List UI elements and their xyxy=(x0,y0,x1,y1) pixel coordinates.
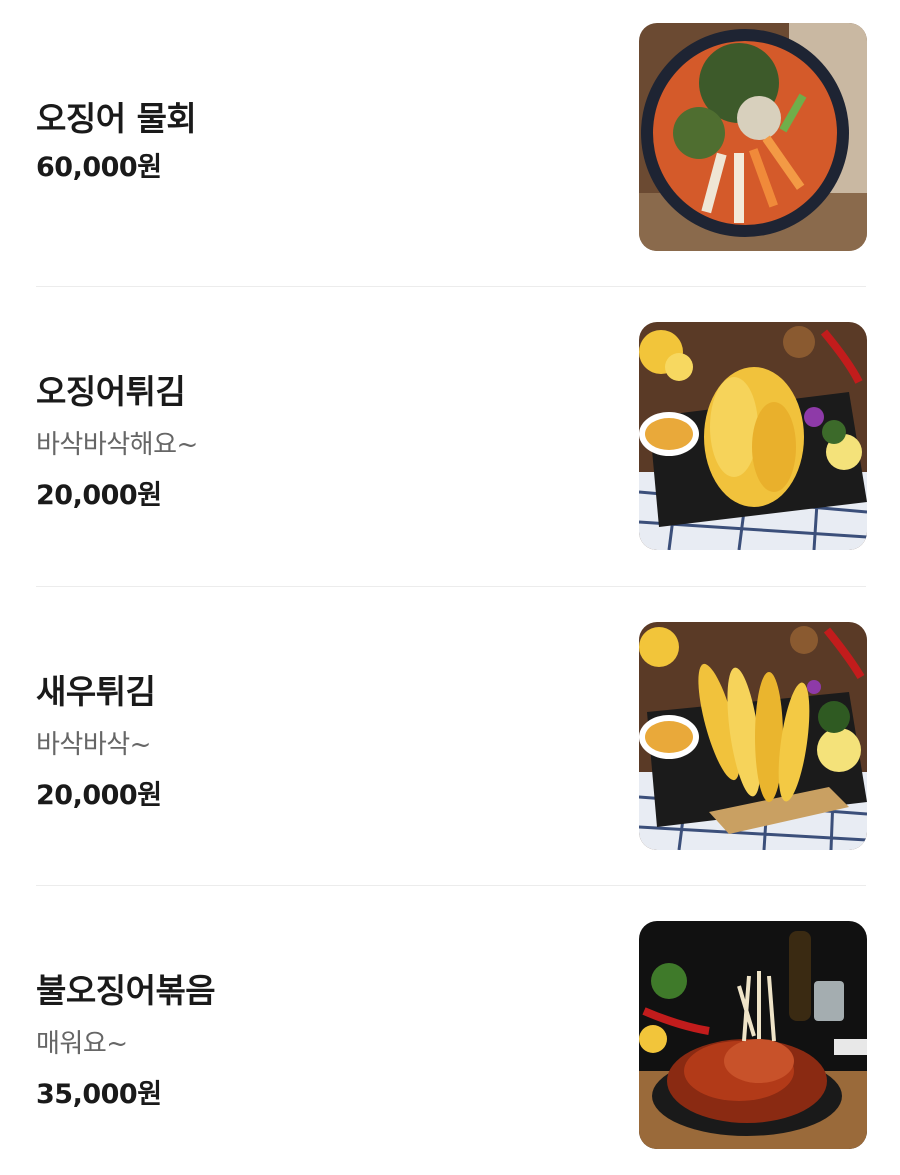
menu-item[interactable]: 새우튀김 바삭바삭~ 20,000원 xyxy=(0,587,900,885)
menu-item-photo[interactable] xyxy=(639,322,867,550)
menu-item-price: 35,000원 xyxy=(36,1079,162,1110)
menu-item-description: 매워요~ xyxy=(36,1029,128,1059)
menu-item[interactable]: 오징어 물회 60,000원 xyxy=(0,0,900,286)
menu-item-photo[interactable] xyxy=(639,23,867,251)
menu-item-description: 바삭바삭~ xyxy=(36,730,151,760)
menu-item-price: 20,000원 xyxy=(36,480,162,511)
menu-item-price: 60,000원 xyxy=(36,152,162,183)
menu-item-name: 오징어튀김 xyxy=(36,372,186,411)
menu-item-photo[interactable] xyxy=(639,622,867,850)
menu-item-photo[interactable] xyxy=(639,921,867,1149)
menu-list: 오징어 물회 60,000원 오징어튀김 바삭바삭해요~ 20,000원 새우튀… xyxy=(0,0,900,1175)
menu-item-name: 새우튀김 xyxy=(36,672,156,711)
menu-item[interactable]: 불오징어볶음 매워요~ 35,000원 xyxy=(0,886,900,1175)
menu-item-name: 오징어 물회 xyxy=(36,99,197,138)
menu-item-description: 바삭바삭해요~ xyxy=(36,430,198,460)
menu-item-price: 20,000원 xyxy=(36,780,162,811)
menu-item[interactable]: 오징어튀김 바삭바삭해요~ 20,000원 xyxy=(0,287,900,585)
menu-item-name: 불오징어볶음 xyxy=(36,971,216,1010)
